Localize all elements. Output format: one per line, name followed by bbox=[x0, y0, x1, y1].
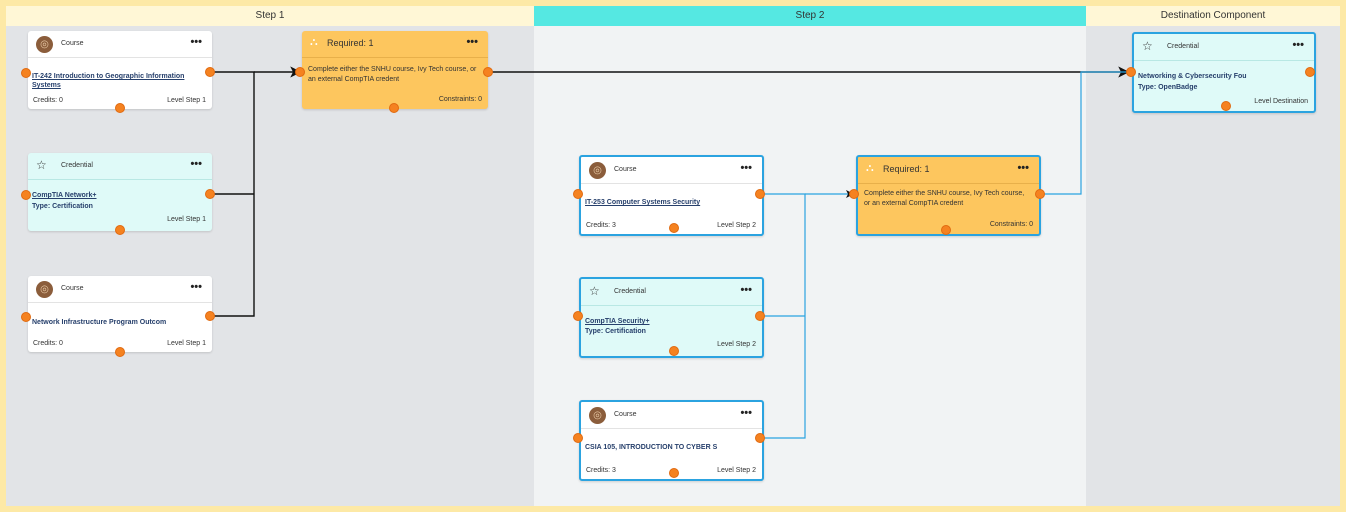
course-icon bbox=[36, 36, 53, 53]
card-menu-button[interactable]: ••• bbox=[740, 407, 752, 419]
card-subtype: Type: OpenBadge bbox=[1138, 84, 1198, 91]
credential-card-network-plus[interactable]: ☆ Credential ••• CompTIA Network+ Type: … bbox=[28, 153, 212, 231]
course-card-it242[interactable]: Course ••• IT-242 Introduction to Geogra… bbox=[28, 31, 212, 109]
star-icon: ☆ bbox=[589, 284, 600, 298]
card-type-label: Credential bbox=[61, 162, 93, 169]
card-credits: Credits: 0 bbox=[33, 97, 63, 104]
card-menu-button[interactable]: ••• bbox=[740, 162, 752, 174]
column-header-step-1: Step 1 bbox=[6, 6, 534, 26]
card-type-label: Course bbox=[61, 285, 84, 292]
card-type-label: Course bbox=[614, 166, 637, 173]
card-title[interactable]: Network Infrastructure Program Outcom bbox=[32, 318, 206, 327]
star-icon: ☆ bbox=[36, 158, 47, 172]
card-header: ⛬ Required: 1 ••• bbox=[858, 157, 1039, 184]
card-header: ☆ Credential ••• bbox=[1134, 34, 1314, 61]
destination-credential-card[interactable]: ☆ Credential ••• Networking & Cybersecur… bbox=[1132, 32, 1316, 113]
card-header: Course ••• bbox=[28, 276, 212, 303]
column-header-destination: Destination Component bbox=[1086, 6, 1340, 26]
requirement-card-step-2[interactable]: ⛬ Required: 1 ••• Complete either the SN… bbox=[856, 155, 1041, 236]
requirement-card-step-1[interactable]: ⛬ Required: 1 ••• Complete either the SN… bbox=[302, 31, 488, 109]
course-icon bbox=[36, 281, 53, 298]
card-title[interactable]: Networking & Cybersecurity Fou bbox=[1138, 72, 1308, 81]
card-type-label: Course bbox=[614, 411, 637, 418]
card-credits: Credits: 3 bbox=[586, 222, 616, 229]
card-header: ☆ Credential ••• bbox=[28, 153, 212, 180]
card-type-label: Credential bbox=[1167, 43, 1199, 50]
card-menu-button[interactable]: ••• bbox=[466, 36, 478, 48]
requirement-constraints: Constraints: 0 bbox=[989, 221, 1033, 228]
card-menu-button[interactable]: ••• bbox=[1017, 162, 1029, 174]
card-title[interactable]: CSIA 105, INTRODUCTION TO CYBER S bbox=[585, 443, 756, 452]
card-menu-button[interactable]: ••• bbox=[190, 158, 202, 170]
card-header: Course ••• bbox=[581, 402, 762, 429]
column-header-step-2: Step 2 bbox=[534, 6, 1086, 26]
card-title-link[interactable]: IT-242 Introduction to Geographic Inform… bbox=[32, 72, 206, 90]
card-subtype: Type: Certification bbox=[32, 203, 93, 210]
card-level: Level Destination bbox=[1254, 98, 1308, 105]
credential-card-security-plus[interactable]: ☆ Credential ••• CompTIA Security+ Type:… bbox=[579, 277, 764, 358]
card-level: Level Step 1 bbox=[167, 97, 206, 104]
card-type-label: Credential bbox=[614, 288, 646, 295]
card-level: Level Step 1 bbox=[167, 340, 206, 347]
card-credits: Credits: 0 bbox=[33, 340, 63, 347]
card-level: Level Step 2 bbox=[717, 467, 756, 474]
course-card-network-infrastructure[interactable]: Course ••• Network Infrastructure Progra… bbox=[28, 276, 212, 352]
card-menu-button[interactable]: ••• bbox=[1292, 39, 1304, 51]
card-header: ⛬ Required: 1 ••• bbox=[302, 31, 488, 58]
card-type-label: Course bbox=[61, 40, 84, 47]
hierarchy-icon: ⛬ bbox=[310, 36, 318, 48]
card-title-link[interactable]: CompTIA Network+ bbox=[32, 191, 206, 200]
card-menu-button[interactable]: ••• bbox=[190, 281, 202, 293]
card-level: Level Step 2 bbox=[717, 341, 756, 348]
course-icon bbox=[589, 162, 606, 179]
course-card-csia105[interactable]: Course ••• CSIA 105, INTRODUCTION TO CYB… bbox=[579, 400, 764, 481]
card-header: Course ••• bbox=[581, 157, 762, 184]
requirement-constraints: Constraints: 0 bbox=[438, 96, 482, 103]
card-header: ☆ Credential ••• bbox=[581, 279, 762, 306]
card-type-label: Required: 1 bbox=[883, 164, 930, 174]
card-level: Level Step 1 bbox=[167, 216, 206, 223]
card-header: Course ••• bbox=[28, 31, 212, 58]
star-icon: ☆ bbox=[1142, 39, 1153, 53]
course-card-it253[interactable]: Course ••• IT-253 Computer Systems Secur… bbox=[579, 155, 764, 236]
card-subtype: Type: Certification bbox=[585, 328, 646, 335]
card-menu-button[interactable]: ••• bbox=[740, 284, 752, 296]
hierarchy-icon: ⛬ bbox=[866, 162, 874, 174]
requirement-description: Complete either the SNHU course, Ivy Tec… bbox=[308, 66, 477, 83]
card-type-label: Required: 1 bbox=[327, 38, 374, 48]
requirement-description: Complete either the SNHU course, Ivy Tec… bbox=[864, 190, 1025, 207]
card-level: Level Step 2 bbox=[717, 222, 756, 229]
course-icon bbox=[589, 407, 606, 424]
card-title-link[interactable]: IT-253 Computer Systems Security bbox=[585, 198, 756, 207]
card-menu-button[interactable]: ••• bbox=[190, 36, 202, 48]
card-title-link[interactable]: CompTIA Security+ bbox=[585, 317, 756, 326]
card-credits: Credits: 3 bbox=[586, 467, 616, 474]
